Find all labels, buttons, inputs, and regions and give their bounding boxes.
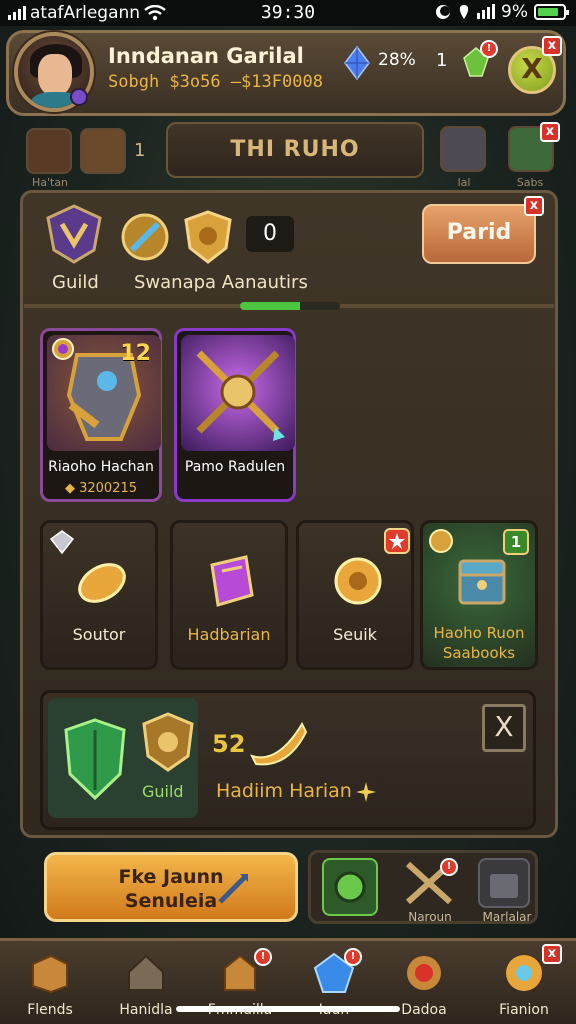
gold-bread-icon (78, 563, 126, 603)
crate-icon (32, 954, 68, 994)
rarity-gem-icon (52, 338, 74, 360)
reward-amount: 52 (212, 730, 246, 758)
item-label: Seuik (333, 625, 377, 644)
quick-slot-3[interactable] (478, 858, 530, 908)
sword-medal-icon (121, 213, 169, 261)
tab-alert-badge: ! (254, 948, 272, 966)
screen-title: THI RUHO (166, 122, 424, 178)
focus-icon (436, 5, 451, 19)
quick-slot-1[interactable] (322, 858, 378, 916)
gold-shield-icon (184, 210, 232, 264)
guild-action-button[interactable]: Parid (422, 204, 536, 264)
dismiss-reward-button[interactable]: X (482, 704, 526, 752)
sun-emblem-icon (506, 955, 542, 991)
green-shield-icon (64, 718, 126, 801)
hero-card-1[interactable]: 12 Riaoho Hachan ◆ 3200215 (40, 328, 162, 502)
nav-right-label-1: lal (457, 176, 471, 189)
item-label: Haoho Ruon Saabooks (433, 624, 525, 662)
avatar-badge (70, 88, 88, 106)
hero-name: Riaoho Hachan (48, 459, 154, 475)
hero-name: Pamo Radulen (184, 459, 286, 475)
guild-crest-icon (46, 204, 102, 264)
map-close-badge[interactable]: x (540, 122, 560, 142)
header-dismiss-button[interactable]: x (542, 36, 562, 56)
arrow-sword-icon (218, 874, 248, 904)
item-card-3[interactable]: Seuik (296, 520, 414, 670)
quick-slot-label-2: Marlalar (482, 910, 532, 924)
chest-button[interactable] (26, 128, 72, 174)
gray-chest-icon (490, 874, 518, 898)
battery-percent: 9% (501, 2, 528, 22)
house-icon (128, 954, 164, 991)
item-label: Hadbarian (187, 625, 271, 644)
gold-coin-badge-icon (429, 529, 453, 553)
gold-gear-icon (334, 557, 382, 605)
nav-right-label-2: Sabs (516, 176, 544, 189)
tab-close-badge[interactable]: x (542, 944, 562, 964)
item-card-1[interactable]: Soutor (40, 520, 158, 670)
tab-label: Fianion (499, 1002, 549, 1018)
cta-line-1: Fke Jaunn (118, 866, 224, 888)
cell-signal-icon (477, 4, 496, 19)
hero-level: 12 (120, 341, 151, 366)
guild-label: Guild (52, 272, 99, 293)
guild-strip-label: Guild (142, 782, 184, 801)
crossed-weapons-icon (196, 350, 285, 441)
status-bar: atafArlegann 39:30 9% (0, 0, 576, 26)
cta-line-2: Senuleia (124, 890, 218, 912)
spellbook-icon (210, 555, 254, 607)
location-icon (459, 5, 469, 19)
gem-count: 1 (436, 50, 448, 71)
green-gem-badge: ! (480, 40, 498, 58)
tab-alert-badge: ! (344, 948, 362, 966)
player-stats: Sobgh $3o56 –$13F0008 (108, 72, 323, 92)
home-indicator[interactable] (176, 1006, 400, 1012)
secondary-label: Swanapa Aanautirs (134, 272, 308, 293)
item-card-2[interactable]: Hadbarian (170, 520, 288, 670)
tab-friends[interactable]: Flends (2, 940, 98, 1024)
guild-badge-icon (142, 712, 194, 772)
blue-gem-icon (344, 46, 370, 80)
player-name: Inndanan Garilal (108, 44, 304, 68)
red-gem-icon (407, 956, 441, 990)
hero-card-2[interactable]: Pamo Radulen (174, 328, 296, 502)
battery-icon (534, 4, 569, 20)
nav-left-label: Ha'tan (31, 176, 69, 189)
gold-horn-icon (250, 721, 308, 766)
status-right: 9% (435, 2, 569, 22)
guild-progress-bar (240, 302, 340, 310)
action-close-badge[interactable]: x (524, 196, 544, 216)
hero-power: ◆ 3200215 (64, 481, 138, 496)
scroll-button[interactable] (80, 128, 126, 174)
item-label: Soutor (72, 625, 126, 644)
journal-button[interactable] (440, 126, 486, 172)
slot-alert-badge: ! (440, 858, 458, 876)
item-card-4[interactable]: 1 Haoho Ruon Saabooks (420, 520, 538, 670)
quick-slot-label-1: Naroun (408, 910, 452, 924)
reward-label: Hadiim Harian (216, 780, 352, 802)
score-display: 0 (246, 216, 294, 252)
green-rune-icon (334, 871, 366, 903)
gem-percent: 28% (378, 50, 416, 70)
tab-label: Flends (27, 1002, 73, 1018)
treasure-chest-icon (458, 559, 506, 605)
sparkle-icon (356, 782, 376, 802)
primary-cta-button[interactable]: Fke Jaunn Senuleia (44, 852, 298, 922)
nav-level: 1 (134, 140, 146, 161)
